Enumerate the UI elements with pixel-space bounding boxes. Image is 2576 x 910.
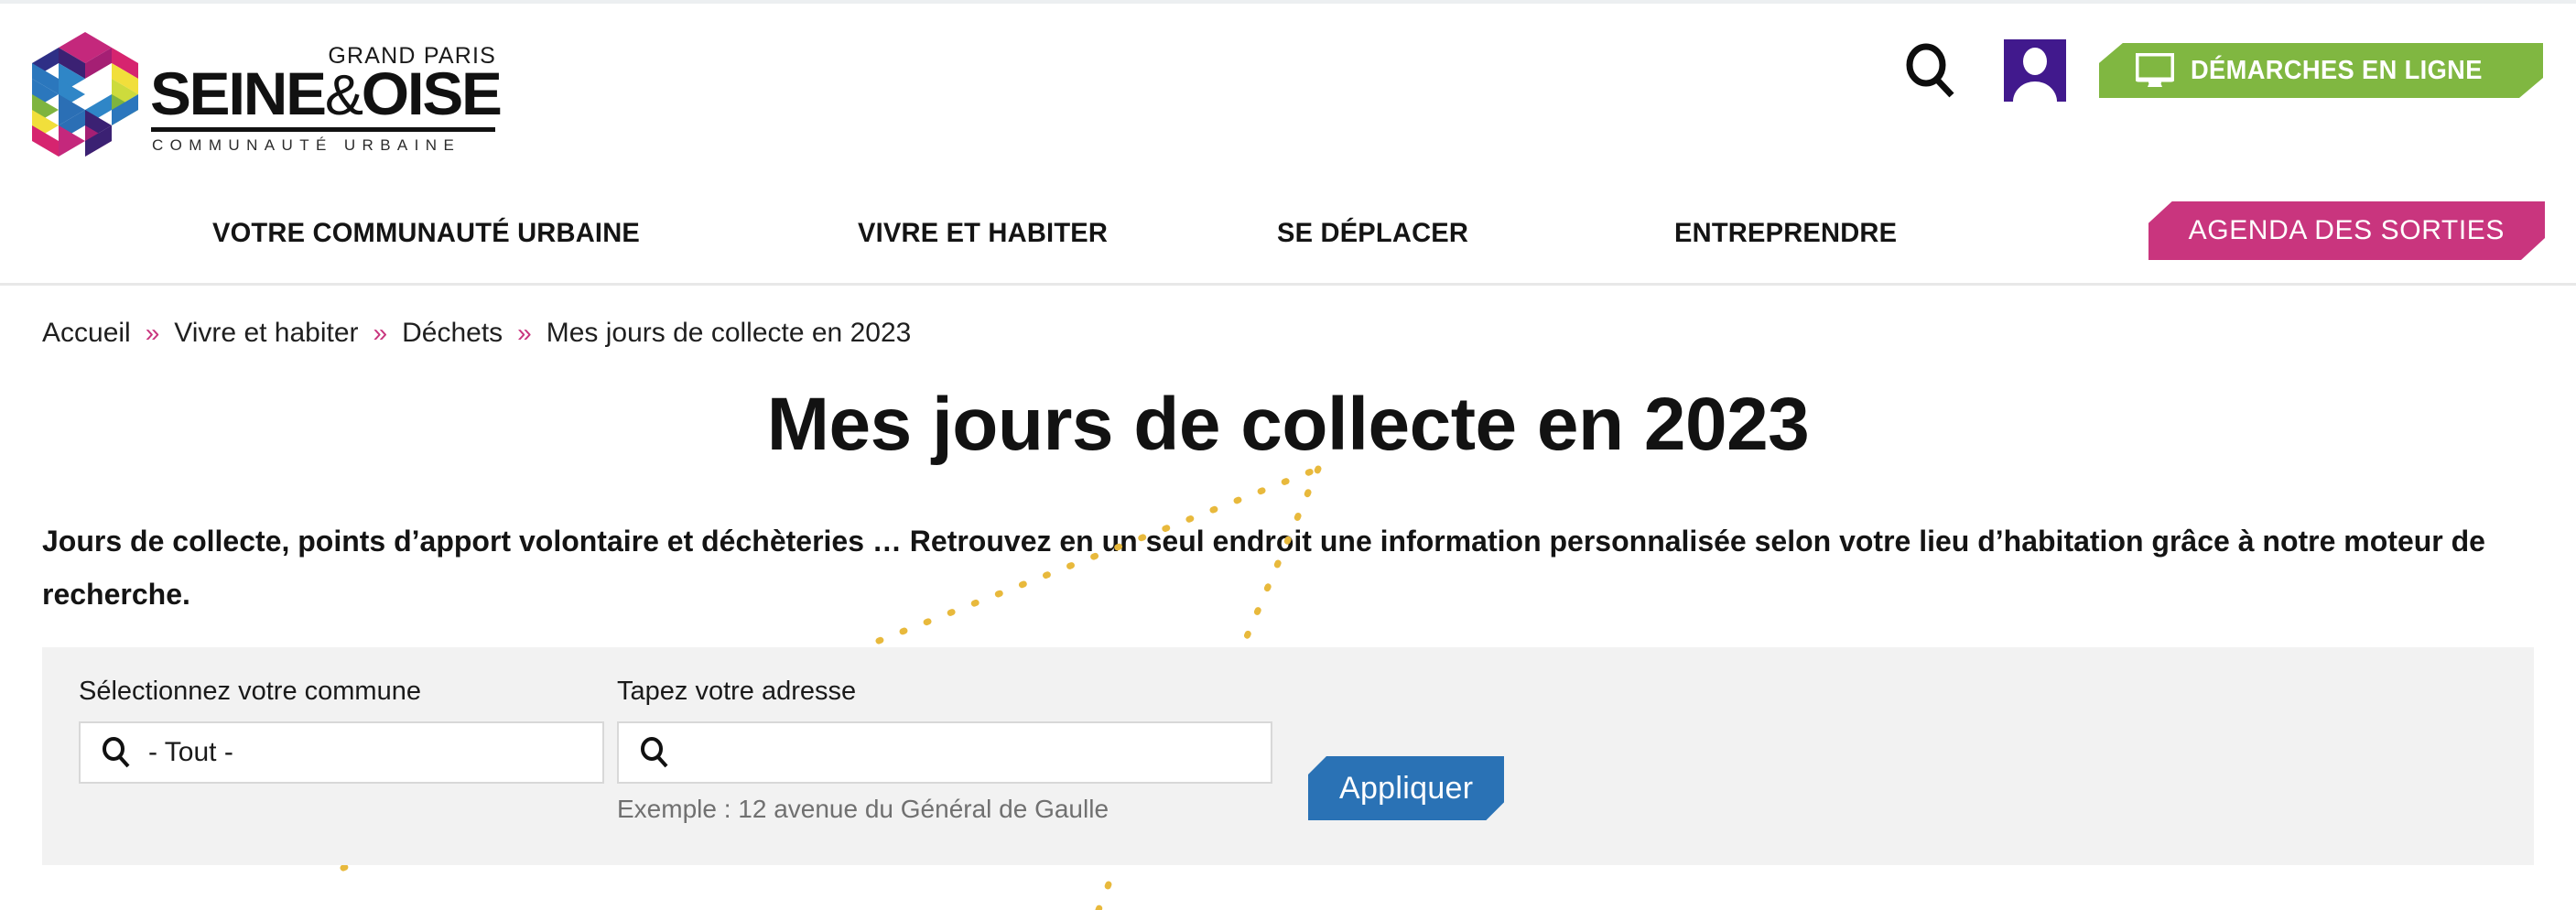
search-icon xyxy=(1906,43,1954,98)
nav-item-list: VOTRE COMMUNAUTÉ URBAINE VIVRE ET HABITE… xyxy=(212,183,1903,283)
breadcrumb: Accueil » Vivre et habiter » Déchets » M… xyxy=(42,318,911,349)
logo-name-oise: OISE xyxy=(361,60,503,127)
header-actions: DÉMARCHES EN LIGNE xyxy=(1896,29,2576,112)
breadcrumb-separator: » xyxy=(373,319,388,347)
account-button[interactable] xyxy=(2003,39,2066,102)
logo-name-seine: SEINE xyxy=(150,60,327,127)
logo-name: SEINE&OISE xyxy=(150,60,503,127)
main-navigation: VOTRE COMMUNAUTÉ URBAINE VIVRE ET HABITE… xyxy=(0,183,2576,286)
search-icon xyxy=(639,736,670,769)
site-header: GRAND PARIS SEINE&OISE COMMUNAUTÉ URBAIN… xyxy=(0,4,2576,183)
monitor-icon xyxy=(2136,53,2174,88)
commune-select[interactable] xyxy=(79,721,604,784)
seine-et-oise-logo-icon xyxy=(31,28,139,157)
agenda-label: AGENDA DES SORTIES xyxy=(2188,215,2505,245)
page-intro-text: Jours de collecte, points d’apport volon… xyxy=(42,525,2485,611)
breadcrumb-item-dechets[interactable]: Déchets xyxy=(402,318,503,349)
demarches-label: DÉMARCHES EN LIGNE xyxy=(2190,55,2483,85)
adresse-label: Tapez votre adresse xyxy=(617,677,857,706)
adresse-input-shell[interactable] xyxy=(617,721,1272,784)
adresse-field-group: Tapez votre adresse Exemple : 12 avenue … xyxy=(617,677,1272,824)
breadcrumb-separator: » xyxy=(517,319,532,347)
nav-item-entreprendre[interactable]: ENTREPRENDRE xyxy=(1674,218,1897,249)
appliquer-button[interactable]: Appliquer xyxy=(1308,756,1504,820)
logo-divider xyxy=(151,127,495,132)
breadcrumb-item-vivre-et-habiter[interactable]: Vivre et habiter xyxy=(174,318,358,349)
breadcrumb-item-current: Mes jours de collecte en 2023 xyxy=(546,318,912,348)
adresse-input[interactable] xyxy=(687,723,1271,782)
collection-search-form: Sélectionnez votre commune Tapez votre a… xyxy=(42,647,2534,865)
commune-field-group: Sélectionnez votre commune xyxy=(79,677,604,784)
breadcrumb-separator: » xyxy=(145,319,160,347)
nav-item-votre-communaute-urbaine[interactable]: VOTRE COMMUNAUTÉ URBAINE xyxy=(212,218,640,249)
demarches-en-ligne-button[interactable]: DÉMARCHES EN LIGNE xyxy=(2099,43,2543,98)
header-search-button[interactable] xyxy=(1896,36,1965,105)
agenda-des-sorties-button[interactable]: AGENDA DES SORTIES xyxy=(2148,201,2545,260)
breadcrumb-item-accueil[interactable]: Accueil xyxy=(42,318,131,349)
search-icon xyxy=(101,736,132,769)
page-root: GRAND PARIS SEINE&OISE COMMUNAUTÉ URBAIN… xyxy=(0,0,2576,910)
nav-item-se-deplacer[interactable]: SE DÉPLACER xyxy=(1277,218,1468,249)
logo-wordmark: GRAND PARIS SEINE&OISE COMMUNAUTÉ URBAIN… xyxy=(150,28,503,157)
user-account-icon xyxy=(2012,48,2057,102)
commune-input[interactable] xyxy=(148,723,602,782)
commune-label: Sélectionnez votre commune xyxy=(79,677,421,706)
adresse-hint: Exemple : 12 avenue du Général de Gaulle xyxy=(617,795,1109,823)
page-title: Mes jours de collecte en 2023 xyxy=(766,383,1810,466)
logo-name-amp: & xyxy=(324,64,363,127)
site-logo[interactable]: GRAND PARIS SEINE&OISE COMMUNAUTÉ URBAIN… xyxy=(31,24,507,161)
nav-item-vivre-et-habiter[interactable]: VIVRE ET HABITER xyxy=(858,218,1108,249)
logo-subtitle: COMMUNAUTÉ URBAINE xyxy=(152,136,461,154)
